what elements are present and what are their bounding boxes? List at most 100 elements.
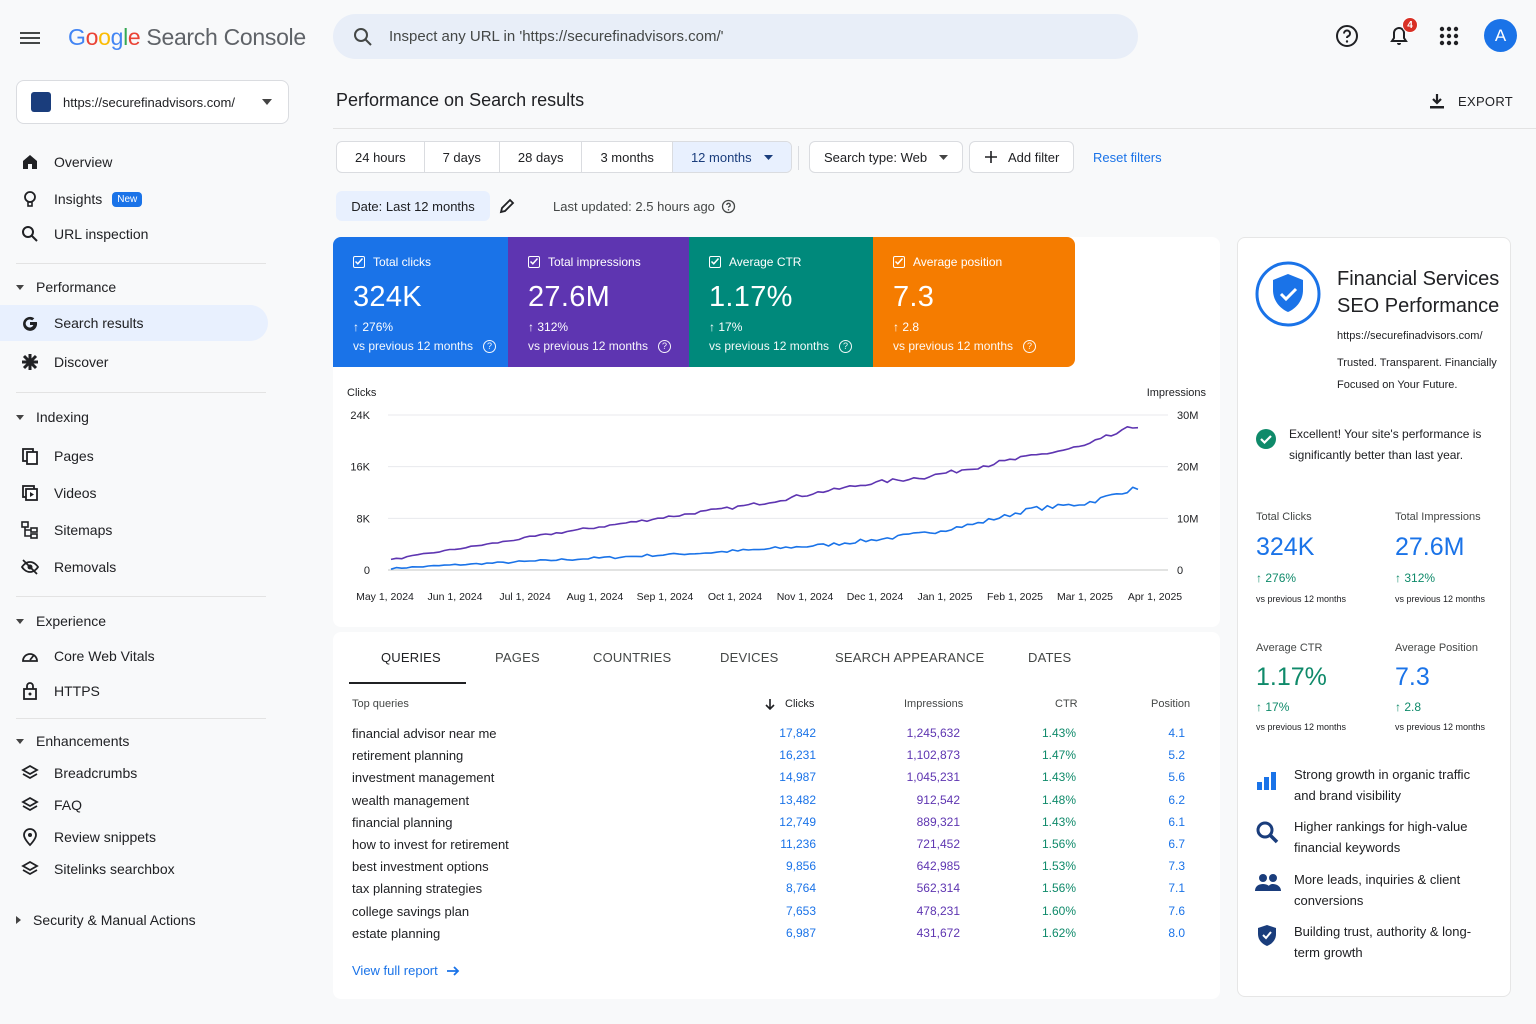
apps-grid-icon[interactable] bbox=[1435, 22, 1463, 50]
table-row[interactable]: how to invest for retirement 11,236 721,45… bbox=[0, 837, 1220, 859]
collapse-icon bbox=[16, 414, 24, 420]
sidebar-item-removals[interactable]: Removals bbox=[0, 549, 268, 585]
cell-ctr: 1.47% bbox=[1041, 748, 1076, 763]
sidebar-item-url-inspection[interactable]: URL inspection bbox=[0, 216, 268, 252]
arrow-up-icon: ↑ bbox=[528, 320, 534, 334]
column-header-clicks[interactable]: Clicks bbox=[765, 698, 814, 710]
table-row[interactable]: financial advisor near me 17,842 1,245,632… bbox=[0, 726, 1220, 748]
sidebar-section-indexing[interactable]: Indexing bbox=[0, 402, 268, 432]
help-icon[interactable]: ? bbox=[1023, 339, 1037, 353]
range-7-days[interactable]: 7 days bbox=[425, 142, 500, 172]
pencil-edit-icon[interactable] bbox=[498, 197, 516, 215]
checkbox-checked-icon[interactable] bbox=[528, 256, 540, 268]
help-icon[interactable] bbox=[1333, 22, 1361, 50]
metric-card-total-clicks[interactable]: Total clicks 324K ↑ 276% vs previous 12 … bbox=[333, 237, 508, 367]
help-icon[interactable]: ? bbox=[658, 339, 672, 353]
stat-value: 1.17% bbox=[1256, 663, 1327, 691]
tab-pages[interactable]: PAGES bbox=[495, 650, 540, 665]
table-row[interactable]: wealth management 13,482 912,542 1.48% 6.2 bbox=[0, 793, 1220, 815]
sidebar-item-insights[interactable]: Insights New bbox=[0, 181, 268, 217]
section-label: Indexing bbox=[36, 409, 89, 425]
table-row[interactable]: retirement planning 16,231 1,102,873 1.47% 5… bbox=[0, 748, 1220, 770]
sidebar-item-videos[interactable]: Videos bbox=[0, 475, 268, 511]
account-avatar[interactable]: A bbox=[1484, 19, 1517, 52]
range-24-hours[interactable]: 24 hours bbox=[337, 142, 425, 172]
arrow-up-icon: ↑ bbox=[893, 320, 899, 334]
table-row[interactable]: best investment options 9,856 642,985 1.53%… bbox=[0, 859, 1220, 881]
reset-filters-link[interactable]: Reset filters bbox=[1093, 150, 1162, 165]
cell-impressions: 1,102,873 bbox=[906, 748, 960, 763]
url-inspect-search[interactable]: Inspect any URL in 'https://securefinadv… bbox=[333, 14, 1138, 59]
cell-query: estate planning bbox=[352, 925, 441, 941]
column-header-position[interactable]: Position bbox=[1151, 698, 1190, 710]
range-3-months[interactable]: 3 months bbox=[582, 142, 673, 172]
metric-card-average-position[interactable]: Average position 7.3 ↑ 2.8 vs previous 1… bbox=[873, 237, 1075, 367]
cell-query: wealth management bbox=[352, 792, 470, 808]
sidebar-section-experience[interactable]: Experience bbox=[0, 606, 268, 636]
sidebar-item-search-results[interactable]: Search results bbox=[0, 305, 268, 341]
sidebar-item-sitemaps[interactable]: Sitemaps bbox=[0, 512, 268, 548]
y-right-tick-label: 0 bbox=[1177, 565, 1183, 577]
sidebar-item-core-web-vitals[interactable]: Core Web Vitals bbox=[0, 638, 268, 674]
cell-clicks: 14,987 bbox=[779, 770, 816, 785]
stat-value: 324K bbox=[1256, 533, 1315, 561]
sidebar-section-performance[interactable]: Performance bbox=[0, 272, 268, 302]
sidebar-item-label: Core Web Vitals bbox=[54, 648, 155, 664]
sidebar-item-pages[interactable]: Pages bbox=[0, 438, 268, 474]
table-row[interactable]: financial planning 12,749 889,321 1.43% 6.1 bbox=[0, 815, 1220, 837]
tab-dates[interactable]: DATES bbox=[1028, 650, 1071, 665]
cell-query: tax planning strategies bbox=[352, 881, 483, 897]
help-icon[interactable] bbox=[721, 199, 736, 214]
cell-ctr: 1.60% bbox=[1041, 903, 1076, 918]
search-type-dropdown[interactable]: Search type: Web bbox=[809, 141, 964, 173]
sort-arrow-down-icon bbox=[765, 699, 775, 710]
range-28-days[interactable]: 28 days bbox=[500, 142, 583, 172]
cell-clicks: 12,749 bbox=[779, 814, 816, 829]
metric-card-total-impressions[interactable]: Total impressions 27.6M ↑ 312% vs previo… bbox=[508, 237, 689, 367]
date-filter-chip[interactable]: Date: Last 12 months bbox=[336, 191, 490, 221]
search-icon bbox=[354, 27, 372, 46]
checkbox-checked-icon[interactable] bbox=[353, 256, 365, 268]
column-header-ctr[interactable]: CTR bbox=[1055, 698, 1078, 710]
metric-card-average-ctr[interactable]: Average CTR 1.17% ↑ 17% vs previous 12 m… bbox=[689, 237, 873, 367]
range-label: 12 months bbox=[690, 149, 752, 165]
tab-devices[interactable]: DEVICES bbox=[720, 650, 778, 665]
chevron-down-icon bbox=[939, 154, 949, 160]
column-header-impressions[interactable]: Impressions bbox=[904, 698, 963, 710]
export-button[interactable]: EXPORT bbox=[1428, 92, 1513, 110]
metric-value: 7.3 bbox=[893, 281, 935, 313]
help-icon[interactable]: ? bbox=[839, 339, 853, 353]
sidebar-item-discover[interactable]: Discover bbox=[0, 344, 268, 380]
tab-search-appearance[interactable]: SEARCH APPEARANCE bbox=[835, 650, 984, 665]
tab-countries[interactable]: COUNTRIES bbox=[593, 650, 671, 665]
table-row[interactable]: investment management 14,987 1,045,231 1.43… bbox=[0, 770, 1220, 792]
range-12-months[interactable]: 12 months bbox=[672, 142, 791, 172]
search-input[interactable]: Inspect any URL in 'https://securefinadv… bbox=[389, 28, 723, 45]
collapse-icon bbox=[16, 618, 24, 624]
checkbox-checked-icon[interactable] bbox=[709, 256, 721, 268]
summary-url: https://securefinadvisors.com/ bbox=[1337, 330, 1483, 342]
table-row[interactable]: estate planning 6,987 431,672 1.62% 8.0 bbox=[0, 926, 1220, 948]
speedometer-icon bbox=[22, 653, 38, 662]
series-line-clicks bbox=[390, 486, 1139, 570]
checkbox-checked-icon[interactable] bbox=[893, 256, 905, 268]
property-selector[interactable]: https://securefinadvisors.com/ bbox=[16, 80, 289, 124]
tab-queries[interactable]: QUERIES bbox=[381, 650, 441, 665]
cell-position: 8.0 bbox=[1168, 925, 1185, 940]
cell-ctr: 1.43% bbox=[1041, 726, 1076, 740]
hamburger-menu-icon[interactable] bbox=[16, 24, 44, 52]
cell-ctr: 1.56% bbox=[1041, 837, 1076, 851]
filter-divider bbox=[798, 146, 799, 170]
sidebar-item-https[interactable]: HTTPS bbox=[0, 673, 268, 709]
new-badge: New bbox=[112, 191, 143, 207]
arrow-up-icon: ↑ bbox=[1256, 700, 1262, 714]
view-full-report-link[interactable]: View full report bbox=[352, 963, 460, 978]
sidebar-item-overview[interactable]: Overview bbox=[0, 144, 268, 180]
table-row[interactable]: tax planning strategies 8,764 562,314 1.56%… bbox=[0, 881, 1220, 903]
add-filter-button[interactable]: Add filter bbox=[969, 141, 1075, 173]
help-icon[interactable]: ? bbox=[483, 339, 497, 353]
app-logo[interactable]: Google Search Console bbox=[68, 24, 306, 51]
cell-clicks: 11,236 bbox=[780, 837, 816, 851]
cell-ctr: 1.62% bbox=[1041, 925, 1076, 940]
table-row[interactable]: college savings plan 7,653 478,231 1.60% 7.6 bbox=[0, 904, 1220, 926]
